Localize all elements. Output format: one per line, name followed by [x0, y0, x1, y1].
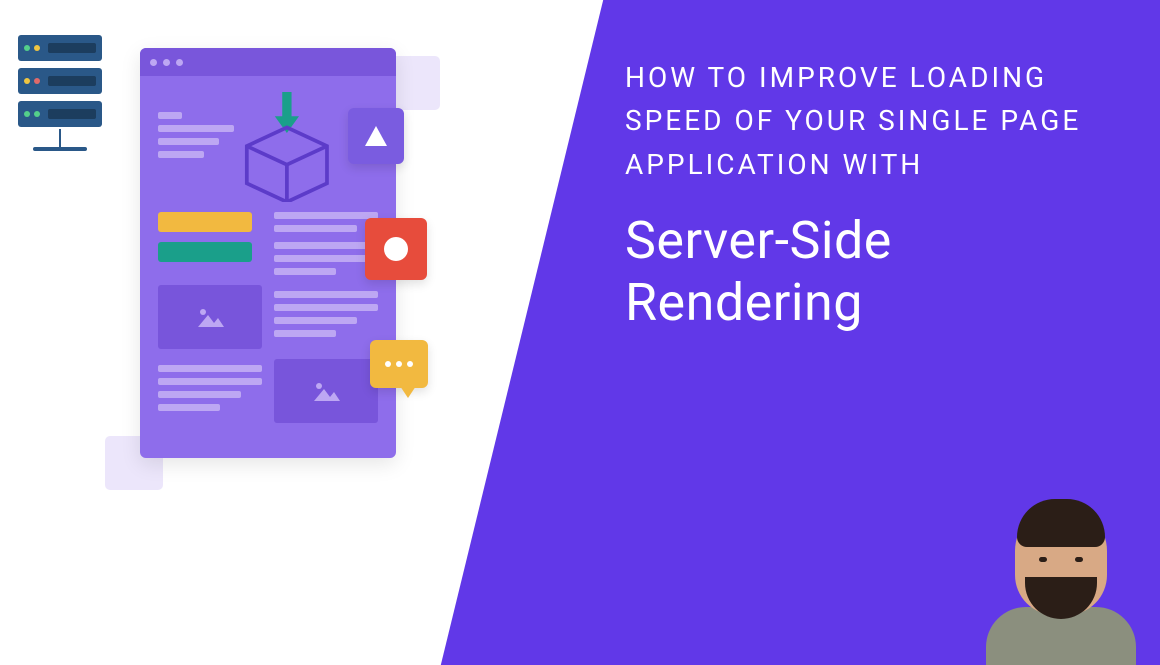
cube-download-icon	[234, 92, 340, 202]
server-rack-icon	[18, 35, 102, 151]
mockup-block-teal	[158, 242, 252, 262]
author-avatar	[984, 495, 1138, 665]
mockup-titlebar	[140, 48, 396, 76]
server-unit	[18, 101, 102, 127]
title-text: Server-Side Rendering	[625, 210, 1130, 333]
subtitle-text: HOW TO IMPROVE LOADING SPEED OF YOUR SIN…	[625, 56, 1130, 186]
mockup-block-yellow	[158, 212, 252, 232]
server-unit	[18, 35, 102, 61]
server-unit	[18, 68, 102, 94]
image-placeholder-icon	[274, 359, 378, 423]
image-placeholder-icon	[158, 285, 262, 349]
circle-icon	[365, 218, 427, 280]
heading-block: HOW TO IMPROVE LOADING SPEED OF YOUR SIN…	[625, 56, 1130, 333]
triangle-icon	[348, 108, 404, 164]
chat-bubble-icon	[370, 340, 428, 388]
